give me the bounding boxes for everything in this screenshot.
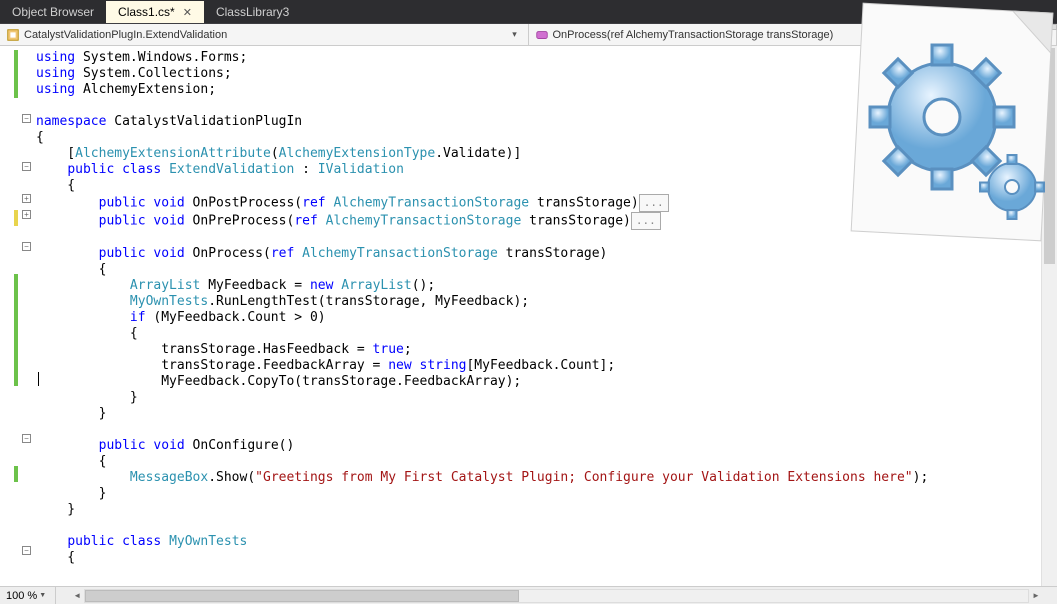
chevron-down-icon: ▾: [508, 29, 522, 40]
scroll-left-arrow-icon[interactable]: ◄: [70, 589, 84, 603]
change-marker: [14, 210, 18, 226]
nav-member-label: OnProcess(ref AlchemyTransactionStorage …: [553, 29, 834, 41]
split-handle[interactable]: [1041, 24, 1057, 30]
tab-label: Class1.cs*: [118, 5, 175, 19]
fold-toggle[interactable]: +: [22, 194, 31, 203]
zoom-dropdown[interactable]: 100 % ▼: [0, 587, 56, 604]
collapsed-region[interactable]: ...: [631, 212, 661, 230]
scroll-right-arrow-icon[interactable]: ►: [1029, 589, 1043, 603]
code-editor[interactable]: − − + + − − − using System.Windows.Forms…: [0, 46, 1057, 586]
nav-member-dropdown[interactable]: OnProcess(ref AlchemyTransactionStorage …: [529, 24, 1057, 45]
chevron-down-icon: ▼: [39, 592, 49, 599]
editor-gutter: − − + + − − −: [0, 46, 34, 586]
chevron-down-icon: ▾: [1036, 29, 1050, 40]
scrollbar-thumb[interactable]: [85, 590, 519, 602]
change-marker: [14, 466, 18, 482]
nav-scope-label: CatalystValidationPlugIn.ExtendValidatio…: [24, 29, 227, 41]
change-marker: [14, 50, 18, 98]
vertical-scrollbar[interactable]: [1041, 46, 1057, 586]
status-bar: 100 % ▼ ◄ ►: [0, 586, 1057, 604]
nav-scope-dropdown[interactable]: CatalystValidationPlugIn.ExtendValidatio…: [0, 24, 529, 45]
navigation-bar: CatalystValidationPlugIn.ExtendValidatio…: [0, 24, 1057, 46]
tab-object-browser[interactable]: Object Browser: [0, 1, 106, 23]
scrollbar-track[interactable]: [84, 589, 1029, 603]
zoom-label: 100 %: [6, 590, 37, 602]
change-marker: [14, 274, 18, 386]
scrollbar-thumb[interactable]: [1044, 48, 1055, 264]
class-icon: [6, 28, 20, 42]
close-icon[interactable]: ✕: [183, 6, 192, 19]
method-icon: [535, 28, 549, 42]
fold-toggle[interactable]: −: [22, 546, 31, 555]
horizontal-scrollbar[interactable]: ◄ ►: [56, 588, 1057, 604]
tab-class-library[interactable]: ClassLibrary3: [204, 1, 301, 23]
fold-toggle[interactable]: +: [22, 210, 31, 219]
code-content[interactable]: using System.Windows.Forms; using System…: [34, 46, 1057, 586]
fold-toggle[interactable]: −: [22, 114, 31, 123]
caret: [38, 372, 39, 386]
fold-toggle[interactable]: −: [22, 434, 31, 443]
fold-toggle[interactable]: −: [22, 242, 31, 251]
collapsed-region[interactable]: ...: [639, 194, 669, 212]
tab-bar: Object Browser Class1.cs* ✕ ClassLibrary…: [0, 0, 1057, 24]
tab-class1[interactable]: Class1.cs* ✕: [106, 1, 204, 23]
fold-toggle[interactable]: −: [22, 162, 31, 171]
